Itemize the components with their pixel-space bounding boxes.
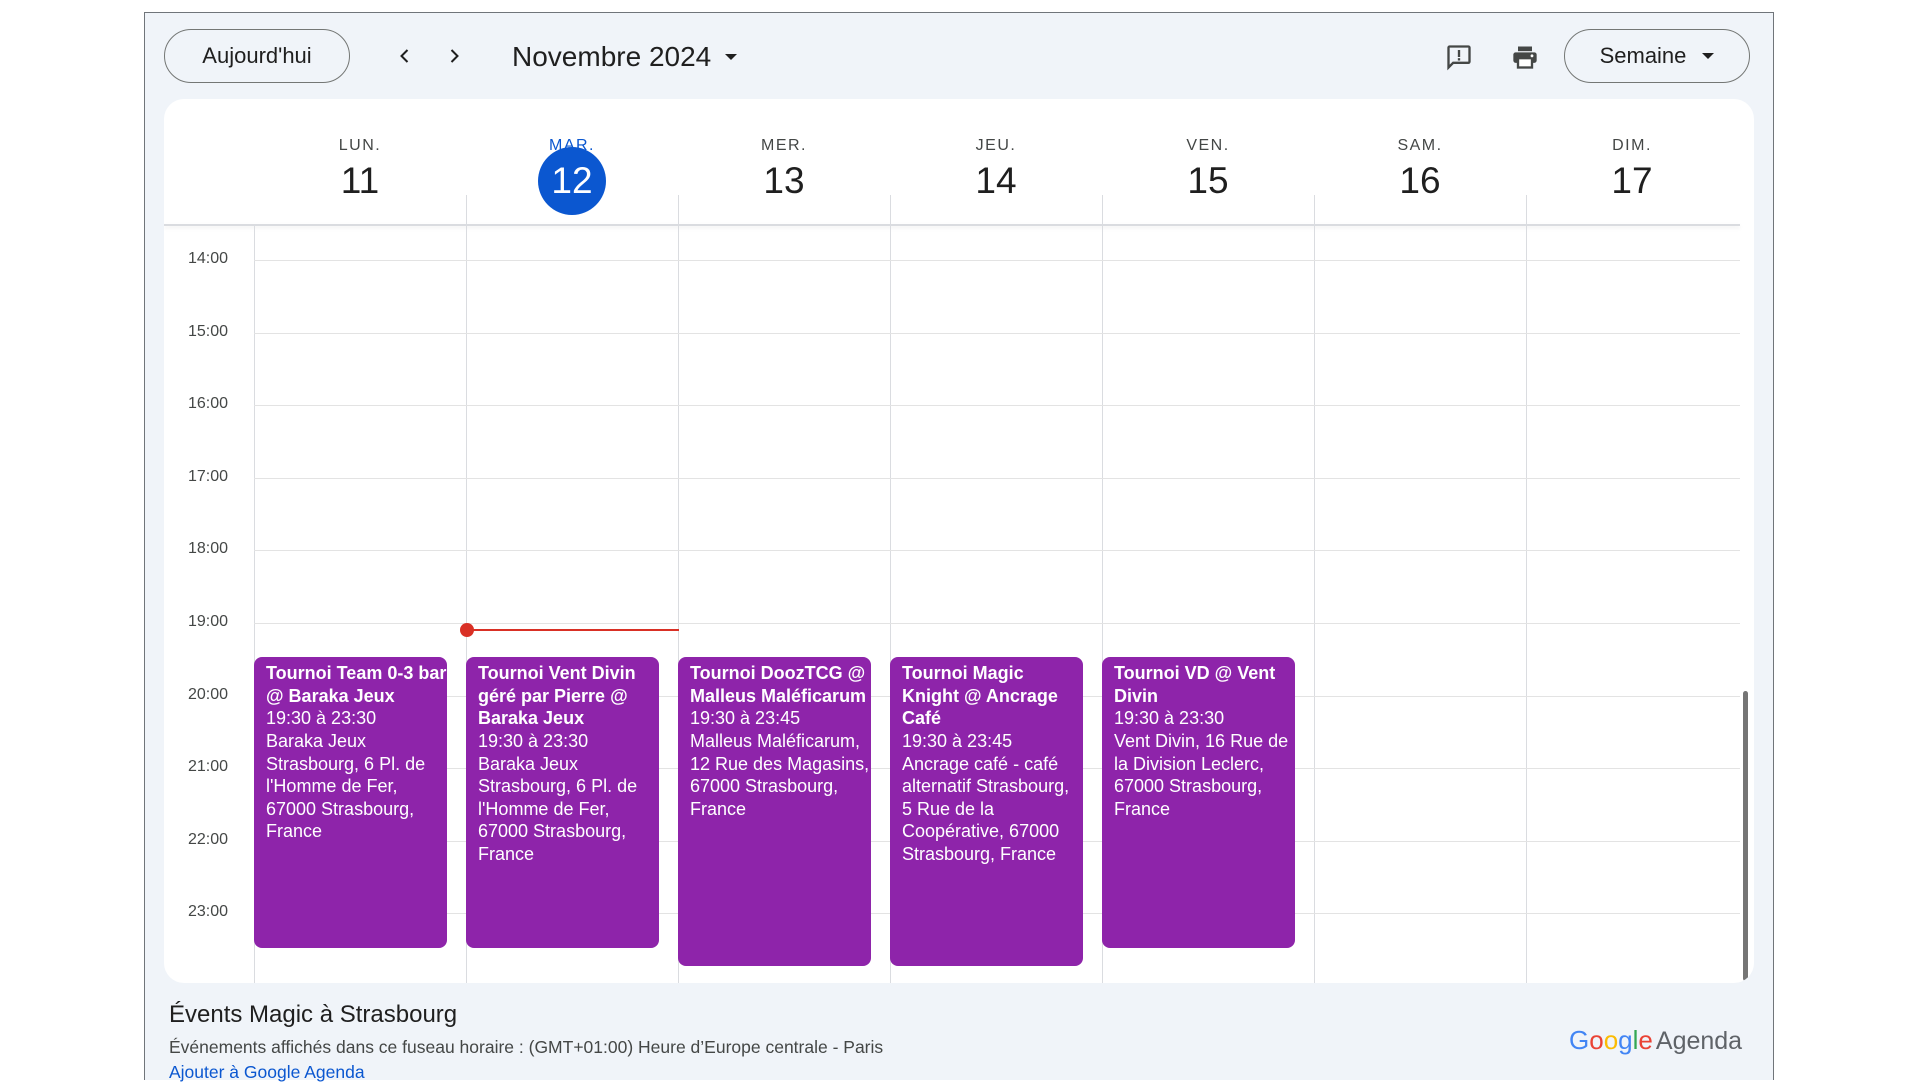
hour-gridline (254, 550, 1740, 552)
event-time: 19:30 à 23:30 (478, 731, 589, 752)
event-card[interactable]: Tournoi Magic Knight @ Ancrage Café 19:30… (890, 657, 1083, 966)
feedback-icon (1447, 45, 1471, 71)
view-selector-label: Semaine (1599, 43, 1687, 68)
event-location: Ancrage café - café alternatif Strasbour… (902, 753, 1070, 865)
chevron-right-icon (450, 49, 459, 63)
caret-down-icon (1702, 53, 1715, 59)
hour-label: 22:00 (187, 830, 228, 848)
hour-gridline (254, 332, 1740, 334)
day-header[interactable]: DIM. 17 (1526, 99, 1738, 224)
event-time: 19:30 à 23:45 (902, 731, 1013, 752)
hour-label: 14:00 (187, 250, 228, 267)
hour-label: 16:00 (187, 395, 228, 413)
print-button[interactable] (1507, 39, 1543, 75)
hour-gridline (254, 260, 1740, 261)
feedback-button[interactable] (1441, 39, 1477, 75)
event-card[interactable]: Tournoi Vent Divin géré par Pierre @ Bar… (466, 657, 659, 948)
hour-gridline (254, 623, 1740, 624)
event-title: Tournoi Magic Knight @ Ancrage Café (902, 663, 1058, 729)
view-selector-button[interactable]: Semaine (1564, 29, 1750, 83)
day-header[interactable]: MER. 13 (678, 99, 890, 224)
toolbar: Aujourd'hui Novembre 2024 Semaine (145, 13, 1773, 99)
event-card[interactable]: Tournoi VD @ Vent Divin 19:30 à 23:30 Vent… (1102, 657, 1295, 948)
next-week-button[interactable] (437, 39, 471, 73)
day-header[interactable]: LUN. 11 (254, 99, 466, 224)
day-number[interactable]: 12 (538, 147, 606, 215)
hour-gridline (254, 405, 1740, 407)
event-title: Tournoi Team 0-3 bar @ Baraka Jeux (266, 663, 447, 706)
day-number[interactable]: 16 (1386, 147, 1454, 215)
event-title: Tournoi Vent Divin géré par Pierre @ Bar… (478, 663, 636, 729)
event-location: Malleus Maléficarum, 12 Rue des Magasins… (690, 731, 870, 819)
event-time: 19:30 à 23:30 (266, 708, 377, 729)
caret-down-icon (725, 54, 738, 60)
hour-label: 23:00 (187, 903, 228, 921)
day-header[interactable]: VEN. 15 (1102, 99, 1314, 224)
event-card[interactable]: Tournoi DoozTCG @ Malleus Maléficarum 19:… (678, 657, 871, 966)
previous-week-button[interactable] (388, 39, 422, 73)
timezone-note: Événements affichés dans ce fuseau horai… (169, 1037, 884, 1057)
day-header[interactable]: JEU. 14 (890, 99, 1102, 224)
day-number[interactable]: 11 (326, 147, 394, 215)
hour-label: 20:00 (187, 685, 228, 703)
calendar-title: Évents Magic à Strasbourg (169, 1001, 458, 1028)
day-number[interactable]: 14 (962, 147, 1030, 215)
print-icon (1513, 46, 1537, 69)
google-agenda-logo[interactable]: Google Agenda (1569, 1025, 1742, 1056)
event-location: Baraka Jeux Strasbourg, 6 Pl. de l'Homme… (478, 753, 638, 865)
today-button-label: Aujourd'hui (202, 43, 312, 68)
today-button[interactable]: Aujourd'hui (164, 29, 350, 83)
current-time-line (467, 629, 679, 631)
month-label: Novembre 2024 (512, 41, 712, 72)
hour-label: 15:00 (187, 322, 228, 340)
hour-label: 17:00 (187, 467, 228, 485)
hour-gridline (254, 477, 1740, 479)
google-wordmark: Google (1569, 1025, 1653, 1055)
chevron-left-icon (400, 49, 409, 63)
hour-label: 21:00 (187, 758, 228, 776)
day-column-divider (1526, 195, 1527, 983)
month-picker[interactable]: Novembre 2024 (512, 37, 738, 77)
day-column-divider (1314, 195, 1315, 983)
hour-label: 19:00 (187, 613, 228, 630)
calendar-embed: Aujourd'hui Novembre 2024 Semaine LUN. 11… (144, 12, 1774, 1082)
scrollbar[interactable] (1743, 691, 1748, 981)
day-number[interactable]: 13 (750, 147, 818, 215)
event-title: Tournoi DoozTCG @ Malleus Maléficarum (690, 663, 867, 706)
event-location: Vent Divin, 16 Rue de la Division Lecler… (1114, 731, 1289, 819)
event-location: Baraka Jeux Strasbourg, 6 Pl. de l'Homme… (266, 731, 426, 842)
event-time: 19:30 à 23:30 (1114, 708, 1225, 729)
week-grid: LUN. 11 MAR. 12 MER. 13 JEU. 14 VEN. 15 SAM. 16 DIM.… (164, 99, 1754, 983)
agenda-wordmark: Agenda (1655, 1027, 1743, 1055)
day-header[interactable]: SAM. 16 (1314, 99, 1526, 224)
hour-label: 18:00 (187, 540, 228, 558)
day-number[interactable]: 17 (1598, 147, 1666, 215)
event-title: Tournoi VD @ Vent Divin (1114, 663, 1276, 706)
day-number[interactable]: 15 (1174, 147, 1242, 215)
event-card[interactable]: Tournoi Team 0-3 bar @ Baraka Jeux 19:30 … (254, 657, 447, 948)
header-divider (164, 224, 1740, 226)
day-header[interactable]: MAR. 12 (466, 99, 678, 224)
event-time: 19:30 à 23:45 (690, 708, 801, 729)
